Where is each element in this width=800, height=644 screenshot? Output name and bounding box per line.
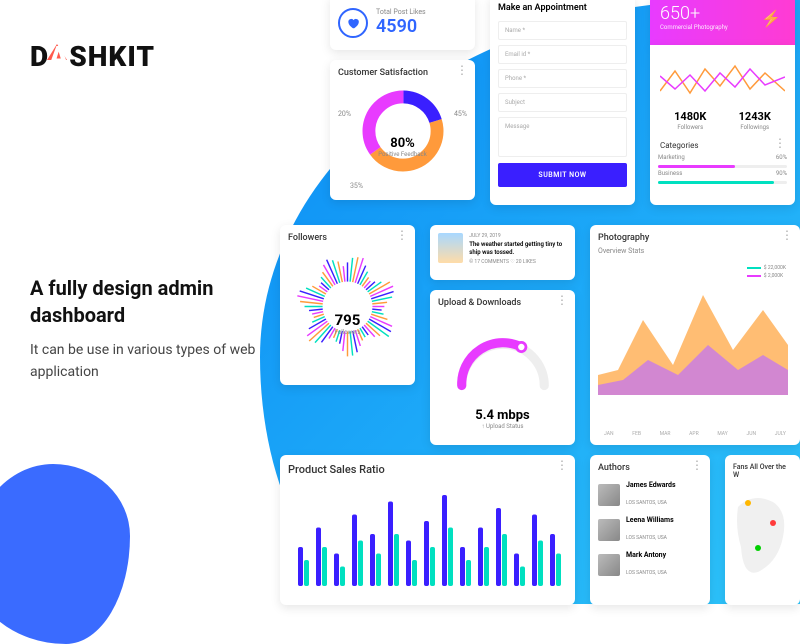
subject-field[interactable]: Subject <box>498 93 627 112</box>
post-thumbnail <box>438 233 463 263</box>
author-item[interactable]: James Edwards LOS SANTOS, USA <box>598 481 702 508</box>
bar-label: Marketing <box>658 154 685 161</box>
donut-pct: 45% <box>454 110 467 118</box>
decorative-blob <box>0 464 130 644</box>
donut-center-value: 80% <box>390 136 415 151</box>
donut-center: 80% Positive Feedback <box>330 132 475 158</box>
tagline: A fully design admin dashboard It can be… <box>30 275 260 384</box>
card-title: Product Sales Ratio <box>288 463 567 476</box>
followings-value: 1243K <box>739 110 771 123</box>
author-loc: LOS SANTOS, USA <box>626 570 667 576</box>
gauge-chart <box>448 318 558 398</box>
card-title: Photography <box>598 233 792 243</box>
donut-chart <box>358 86 448 176</box>
bar-label: Business <box>658 170 682 177</box>
followers-card: Followers 795Followers <box>280 225 415 385</box>
author-name: Mark Antony <box>626 551 667 559</box>
stats-card: 1480KFollowers 1243KFollowings Categorie… <box>650 45 795 205</box>
map-dot <box>745 500 751 506</box>
card-subtitle: Overview Stats <box>598 247 792 255</box>
card-title: Authors <box>598 463 702 473</box>
bar-pct: 60% <box>776 154 787 161</box>
bar-pct: 90% <box>776 170 787 177</box>
fans-map-card: Fans All Over the W <box>725 455 800 605</box>
donut-pct: 35% <box>350 182 363 190</box>
more-icon[interactable] <box>456 68 467 72</box>
more-icon[interactable] <box>691 463 702 467</box>
upload-card: Upload & Downloads 5.4 mbps↑ Upload Stat… <box>430 290 575 445</box>
card-title: Make an Appointment <box>498 3 627 13</box>
followers-label: Followers <box>674 124 706 131</box>
author-name: Leena Williams <box>626 516 674 524</box>
author-name: James Edwards <box>626 481 676 489</box>
logo-text: SHKIT <box>69 40 155 73</box>
photography-card: Photography Overview Stats $ 22,000K $ 2… <box>590 225 800 445</box>
author-loc: LOS SANTOS, USA <box>626 500 667 506</box>
area-chart <box>598 265 788 405</box>
followers-value: 1480K <box>674 110 706 123</box>
submit-button[interactable]: SUBMIT NOW <box>498 163 627 187</box>
card-title: Customer Satisfaction <box>338 68 467 78</box>
bolt-icon: ⚡ <box>761 9 781 28</box>
product-sales-card: Product Sales Ratio <box>280 455 575 605</box>
categories-title: Categories <box>660 141 699 150</box>
card-title: Followers <box>288 233 407 243</box>
gauge-label: ↑ Upload Status <box>438 423 567 430</box>
logo-text: D <box>30 40 49 73</box>
tagline-sub: It can be use in various types of web ap… <box>30 339 260 384</box>
map-dot <box>755 545 761 551</box>
post-meta: © 17 COMMENTS ♡ 20 LIKES <box>469 259 567 265</box>
total-likes-card: Total Post Likes 4590 <box>330 0 475 50</box>
map-dot <box>770 520 776 526</box>
more-icon[interactable] <box>781 233 792 237</box>
avatar <box>598 519 620 541</box>
world-map <box>733 487 793 597</box>
likes-label: Total Post Likes <box>376 8 426 16</box>
author-loc: LOS SANTOS, USA <box>626 535 667 541</box>
phone-field[interactable]: Phone * <box>498 69 627 88</box>
appointment-card: Make an Appointment Name * Email id * Ph… <box>490 0 635 205</box>
author-item[interactable]: Leena Williams LOS SANTOS, USA <box>598 516 702 543</box>
photography-header: 650+ Commercial Photography ⚡ <box>650 0 795 45</box>
donut-center-label: Positive Feedback <box>330 151 475 158</box>
name-field[interactable]: Name * <box>498 21 627 40</box>
sparkline-chart <box>660 61 785 101</box>
more-icon[interactable] <box>556 298 567 302</box>
post-headline: The weather started getting tiny to ship… <box>469 241 567 257</box>
post-card[interactable]: JULY 29, 2019 The weather started gettin… <box>430 225 575 280</box>
radial-chart <box>290 249 405 364</box>
card-title: Upload & Downloads <box>438 298 567 308</box>
avatar <box>598 554 620 576</box>
customer-satisfaction-card: Customer Satisfaction 80% Positive Feedb… <box>330 60 475 200</box>
tagline-heading: A fully design admin dashboard <box>30 275 260 329</box>
more-icon[interactable] <box>396 233 407 237</box>
logo-triangle: A <box>49 40 69 73</box>
sales-bar-chart <box>288 476 563 591</box>
followings-label: Followings <box>739 124 771 131</box>
authors-card: Authors James Edwards LOS SANTOS, USA Lee… <box>590 455 710 605</box>
gauge-value: 5.4 mbps <box>475 408 529 423</box>
card-title: Fans All Over the W <box>733 463 792 479</box>
followers-sublabel: Followers <box>280 329 415 336</box>
email-field[interactable]: Email id * <box>498 45 627 64</box>
chart-legend: $ 22,000K $ 2,000K <box>747 265 786 281</box>
message-field[interactable]: Message <box>498 117 627 157</box>
donut-pct: 20% <box>338 110 351 118</box>
logo: DASHKIT <box>30 40 155 73</box>
author-item[interactable]: Mark Antony LOS SANTOS, USA <box>598 551 702 578</box>
post-date: JULY 29, 2019 <box>469 233 567 239</box>
avatar <box>598 484 620 506</box>
more-icon[interactable] <box>556 463 567 467</box>
dashboard-canvas: Total Post Likes 4590 Customer Satisfact… <box>270 0 800 604</box>
followers-value: 795 <box>335 311 361 329</box>
more-icon[interactable] <box>774 141 785 150</box>
x-axis-labels: JANFEBMARAPRMAYJUNJULY <box>604 431 786 437</box>
likes-value: 4590 <box>376 16 426 37</box>
heart-icon <box>338 8 368 38</box>
